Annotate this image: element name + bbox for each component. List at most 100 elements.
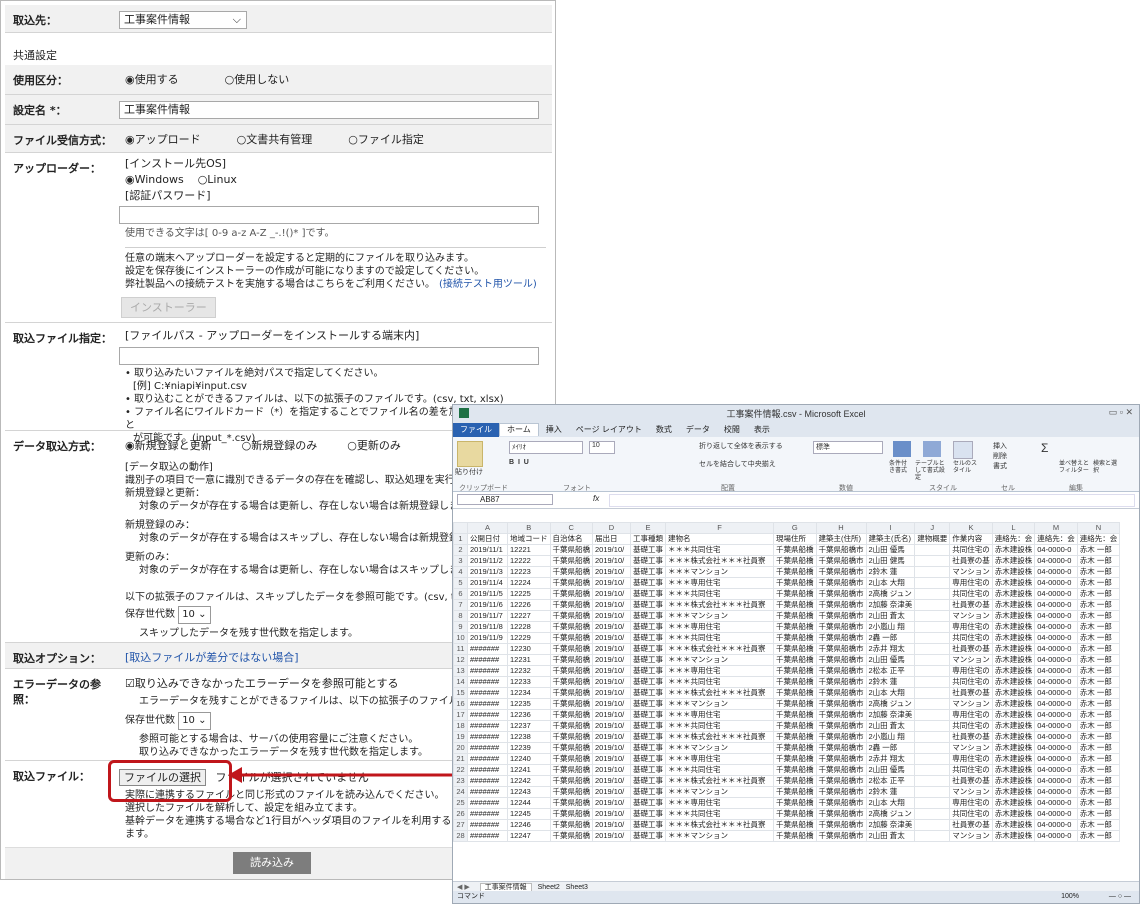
cell[interactable]: ＊＊＊株式会社＊＊＊社員寮: [665, 643, 774, 655]
setting-name-input[interactable]: 工事案件情報: [119, 101, 539, 119]
cell[interactable]: ＊＊＊専用住宅: [665, 577, 774, 589]
cell[interactable]: 千葉県船橋: [549, 588, 593, 600]
cell[interactable]: 千葉県船橋: [773, 808, 817, 820]
cell[interactable]: 2高橋 ジュン: [865, 588, 916, 600]
cell[interactable]: 04-0000-0: [1034, 709, 1078, 721]
cell[interactable]: 赤木 一郎: [1076, 775, 1121, 787]
cell[interactable]: #######: [467, 720, 508, 732]
cell[interactable]: 基礎工事: [630, 632, 666, 644]
cell[interactable]: 共同住宅の: [949, 632, 993, 644]
sheet-tab-2[interactable]: Sheet2: [538, 884, 560, 891]
cell[interactable]: [914, 621, 951, 633]
cell[interactable]: 千葉県船橋: [549, 698, 593, 710]
cell[interactable]: 赤木 一郎: [1076, 632, 1121, 644]
cell[interactable]: 2019/10/: [592, 643, 631, 655]
row-header[interactable]: 25: [453, 797, 468, 809]
cell[interactable]: 12244: [507, 797, 551, 809]
insert-button[interactable]: 挿入: [993, 441, 1007, 451]
row-header[interactable]: 20: [453, 742, 468, 754]
cell[interactable]: 2019/11/5: [467, 588, 508, 600]
cell[interactable]: 赤木 一郎: [1076, 698, 1121, 710]
cell[interactable]: 2019/10/: [592, 819, 631, 831]
cell[interactable]: 04-0000-0: [1034, 665, 1078, 677]
cell[interactable]: 赤木建設株: [991, 687, 1036, 699]
cell[interactable]: [914, 819, 951, 831]
cell[interactable]: [914, 599, 951, 611]
row-header[interactable]: 9: [453, 621, 468, 633]
cell[interactable]: 12230: [507, 643, 551, 655]
cell[interactable]: 2轟 一郎: [865, 632, 916, 644]
cell[interactable]: 千葉県船橋市: [815, 775, 867, 787]
cell[interactable]: 2加藤 奈津美: [865, 599, 916, 611]
cell[interactable]: 赤木建設株: [991, 720, 1036, 732]
row-header[interactable]: 16: [453, 698, 468, 710]
cell[interactable]: 千葉県船橋: [549, 709, 593, 721]
cell[interactable]: 千葉県船橋市: [815, 577, 867, 589]
cell[interactable]: 04-0000-0: [1034, 610, 1078, 622]
cell[interactable]: 千葉県船橋: [773, 588, 817, 600]
cell[interactable]: 自治体名: [549, 533, 593, 545]
cell[interactable]: 千葉県船橋: [773, 742, 817, 754]
cell[interactable]: 基礎工事: [630, 654, 666, 666]
cell[interactable]: 12224: [507, 577, 551, 589]
usage-on-radio[interactable]: ◉使用する: [125, 73, 179, 87]
wrap-text-button[interactable]: 折り返して全体を表示する: [699, 441, 783, 451]
cell[interactable]: 千葉県船橋: [549, 621, 593, 633]
cell[interactable]: 04-0000-0: [1034, 720, 1078, 732]
method-update-only-radio[interactable]: ○更新のみ: [347, 439, 401, 453]
cell[interactable]: 2高橋 ジュン: [865, 808, 916, 820]
cell[interactable]: 赤木 一郎: [1076, 588, 1121, 600]
cell[interactable]: 赤木建設株: [991, 764, 1036, 776]
cell[interactable]: #######: [467, 698, 508, 710]
cell[interactable]: 12232: [507, 665, 551, 677]
cell[interactable]: 04-0000-0: [1034, 588, 1078, 600]
cell[interactable]: ＊＊＊専用住宅: [665, 621, 774, 633]
tab-formulas[interactable]: 数式: [649, 423, 679, 437]
cell[interactable]: 2加藤 奈津美: [865, 709, 916, 721]
cell[interactable]: ＊＊＊共同住宅: [665, 588, 774, 600]
cell[interactable]: 千葉県船橋: [773, 665, 817, 677]
cell[interactable]: 04-0000-0: [1034, 698, 1078, 710]
cell[interactable]: 専用住宅の: [949, 577, 993, 589]
cell[interactable]: #######: [467, 709, 508, 721]
cell[interactable]: 12245: [507, 808, 551, 820]
find-select-button[interactable]: 検索と選択: [1093, 461, 1117, 475]
tab-file[interactable]: ファイル: [453, 423, 499, 437]
cell[interactable]: [914, 588, 951, 600]
cell[interactable]: ＊＊＊マンション: [665, 698, 774, 710]
cell[interactable]: 2松本 正平: [865, 775, 916, 787]
cell[interactable]: 04-0000-0: [1034, 775, 1078, 787]
cell[interactable]: 12247: [507, 830, 551, 842]
cell[interactable]: [914, 632, 951, 644]
cell[interactable]: 専用住宅の: [949, 797, 993, 809]
cell[interactable]: 赤木建設株: [991, 621, 1036, 633]
cell[interactable]: 2019/11/6: [467, 599, 508, 611]
cell[interactable]: #######: [467, 797, 508, 809]
cell[interactable]: [914, 753, 951, 765]
cell[interactable]: 2鈴木 蓮: [865, 786, 916, 798]
cell[interactable]: [914, 610, 951, 622]
row-header[interactable]: 4: [453, 566, 468, 578]
cell[interactable]: [914, 709, 951, 721]
cell[interactable]: 基礎工事: [630, 610, 666, 622]
cell[interactable]: #######: [467, 643, 508, 655]
column-header[interactable]: N: [1076, 522, 1121, 534]
cell[interactable]: 基礎工事: [630, 797, 666, 809]
cell[interactable]: 建物名: [665, 533, 774, 545]
cell[interactable]: 2019/11/3: [467, 566, 508, 578]
cell[interactable]: 2019/10/: [592, 654, 631, 666]
cell[interactable]: 赤木 一郎: [1076, 687, 1121, 699]
cell[interactable]: 04-0000-0: [1034, 577, 1078, 589]
cell[interactable]: 赤木建設株: [991, 665, 1036, 677]
cell[interactable]: 社員寮の基: [949, 599, 993, 611]
cell[interactable]: ＊＊＊株式会社＊＊＊社員寮: [665, 819, 774, 831]
cell[interactable]: ＊＊＊株式会社＊＊＊社員寮: [665, 731, 774, 743]
cell[interactable]: 基礎工事: [630, 731, 666, 743]
cell[interactable]: 千葉県船橋市: [815, 720, 867, 732]
cell[interactable]: 2山田 蒼太: [865, 610, 916, 622]
cell[interactable]: 2赤井 翔太: [865, 753, 916, 765]
cell[interactable]: 共同住宅の: [949, 588, 993, 600]
cell[interactable]: 2019/10/: [592, 577, 631, 589]
cell[interactable]: 04-0000-0: [1034, 731, 1078, 743]
row-header[interactable]: 3: [453, 555, 468, 567]
